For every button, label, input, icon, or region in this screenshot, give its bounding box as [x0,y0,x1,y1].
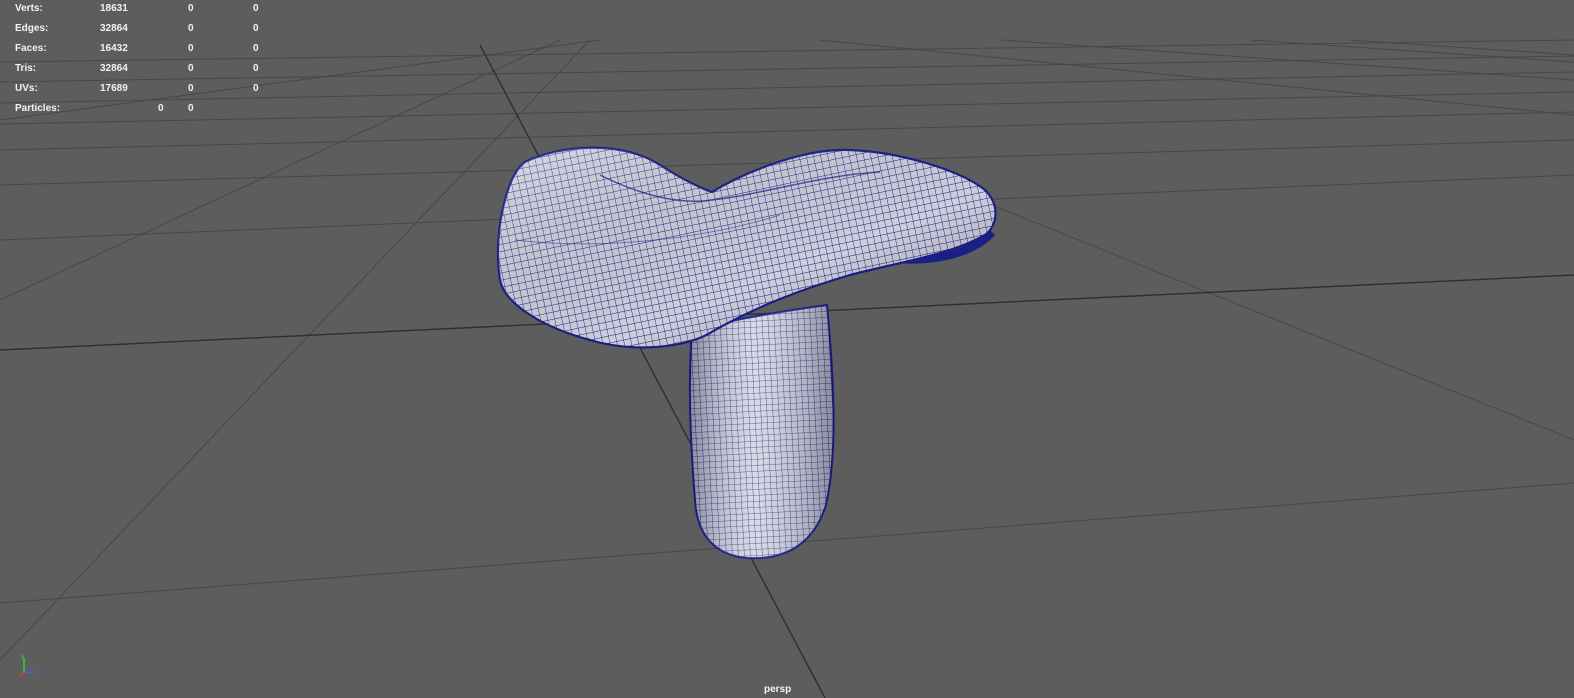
hud-value: 0 [188,83,194,94]
hud-value: 0 [188,3,194,14]
hud-label: Faces: [15,43,47,54]
hud-value: 16432 [100,43,128,54]
axis-z-label: z [36,669,40,676]
hud-label: Particles: [15,103,61,114]
poly-count-hud: Verts: 18631 0 0 Edges: 32864 0 0 Faces:… [0,0,280,120]
hud-value: 0 [188,63,194,74]
hud-row-faces: Faces: 16432 0 0 [0,40,280,60]
hud-row-particles: Particles: 0 0 [0,100,280,120]
hud-value: 18631 [100,3,128,14]
hud-value: 0 [253,23,259,34]
hud-value: 0 [188,23,194,34]
hud-value: 0 [158,103,164,114]
hud-label: UVs: [15,83,38,94]
hud-label: Tris: [15,63,37,74]
hud-label: Edges: [15,23,49,34]
hud-value: 32864 [100,23,128,34]
hud-value: 0 [253,63,259,74]
hud-value: 0 [188,103,194,114]
hud-value: 0 [253,43,259,54]
mushroom-stem [688,303,835,560]
hud-row-tris: Tris: 32864 0 0 [0,60,280,80]
view-axis-icon: y z [19,653,40,677]
persp-viewport[interactable]: Verts: 18631 0 0 Edges: 32864 0 0 Faces:… [0,0,1574,698]
hud-row-edges: Edges: 32864 0 0 [0,20,280,40]
hud-label: Verts: [15,3,43,14]
axis-y-label: y [21,653,25,660]
hud-row-verts: Verts: 18631 0 0 [0,0,280,20]
hud-row-uvs: UVs: 17689 0 0 [0,80,280,100]
camera-name-label: persp [764,684,792,695]
hud-value: 0 [253,3,259,14]
hud-value: 17689 [100,83,128,94]
hud-value: 32864 [100,63,128,74]
hud-value: 0 [188,43,194,54]
hud-value: 0 [253,83,259,94]
